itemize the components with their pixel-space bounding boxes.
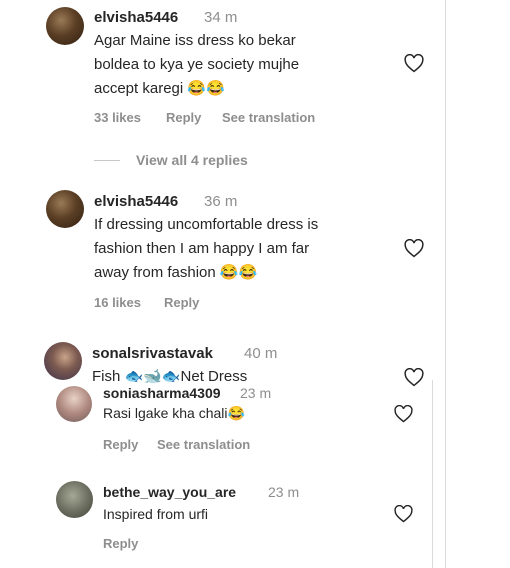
reply-button[interactable]: Reply [164,295,199,310]
view-replies-button[interactable]: View all 4 replies [136,152,248,168]
avatar[interactable] [56,386,92,422]
reply-text-line: Rasi lgake kha chali😂 [103,405,245,421]
panel-divider [445,0,446,568]
comment-username[interactable]: elvisha5446 [94,9,178,26]
reply-button[interactable]: Reply [166,110,201,125]
reply-time: 23 m [240,385,272,401]
reply-panel-divider [432,380,433,568]
avatar[interactable] [44,342,82,380]
comment-username[interactable]: elvisha5446 [94,193,178,210]
reply-text-line: Inspired from urfi [103,506,209,522]
comment-text-line: Fish 🐟🐋🐟Net Dress [92,368,248,385]
comment-text-line: If dressing uncomfortable dress is [94,216,319,233]
heart-outline-icon[interactable] [404,368,424,387]
comment-text-line: fashion then I am happy I am far [94,240,310,257]
heart-outline-icon[interactable] [394,505,413,523]
avatar[interactable] [46,7,84,45]
see-translation-button[interactable]: See translation [157,437,250,452]
heart-outline-icon[interactable] [394,405,413,423]
reply-button[interactable]: Reply [103,536,138,551]
avatar[interactable] [56,481,93,518]
comment-username[interactable]: sonalsrivastavak [92,345,213,362]
reply-button[interactable]: Reply [103,437,138,452]
comment-time: 34 m [204,9,238,26]
reply-time: 23 m [268,484,300,500]
comment-text-line: boldea to kya ye society mujhe [94,56,300,73]
comment-time: 36 m [204,193,238,210]
heart-outline-icon[interactable] [404,239,424,258]
reply-username[interactable]: bethe_way_you_are [103,484,236,500]
comment-text-line: Agar Maine iss dress ko bekar [94,32,296,49]
likes-count[interactable]: 16 likes [94,295,141,310]
comment-time: 40 m [244,345,278,362]
comment-text-line: away from fashion 😂😂 [94,264,258,281]
view-replies-line [94,160,120,161]
heart-outline-icon[interactable] [404,54,424,73]
likes-count[interactable]: 33 likes [94,110,141,125]
avatar[interactable] [46,190,84,228]
see-translation-button[interactable]: See translation [222,110,315,125]
reply-username[interactable]: soniasharma4309 [103,385,221,401]
comment-text-line: accept karegi 😂😂 [94,80,225,97]
